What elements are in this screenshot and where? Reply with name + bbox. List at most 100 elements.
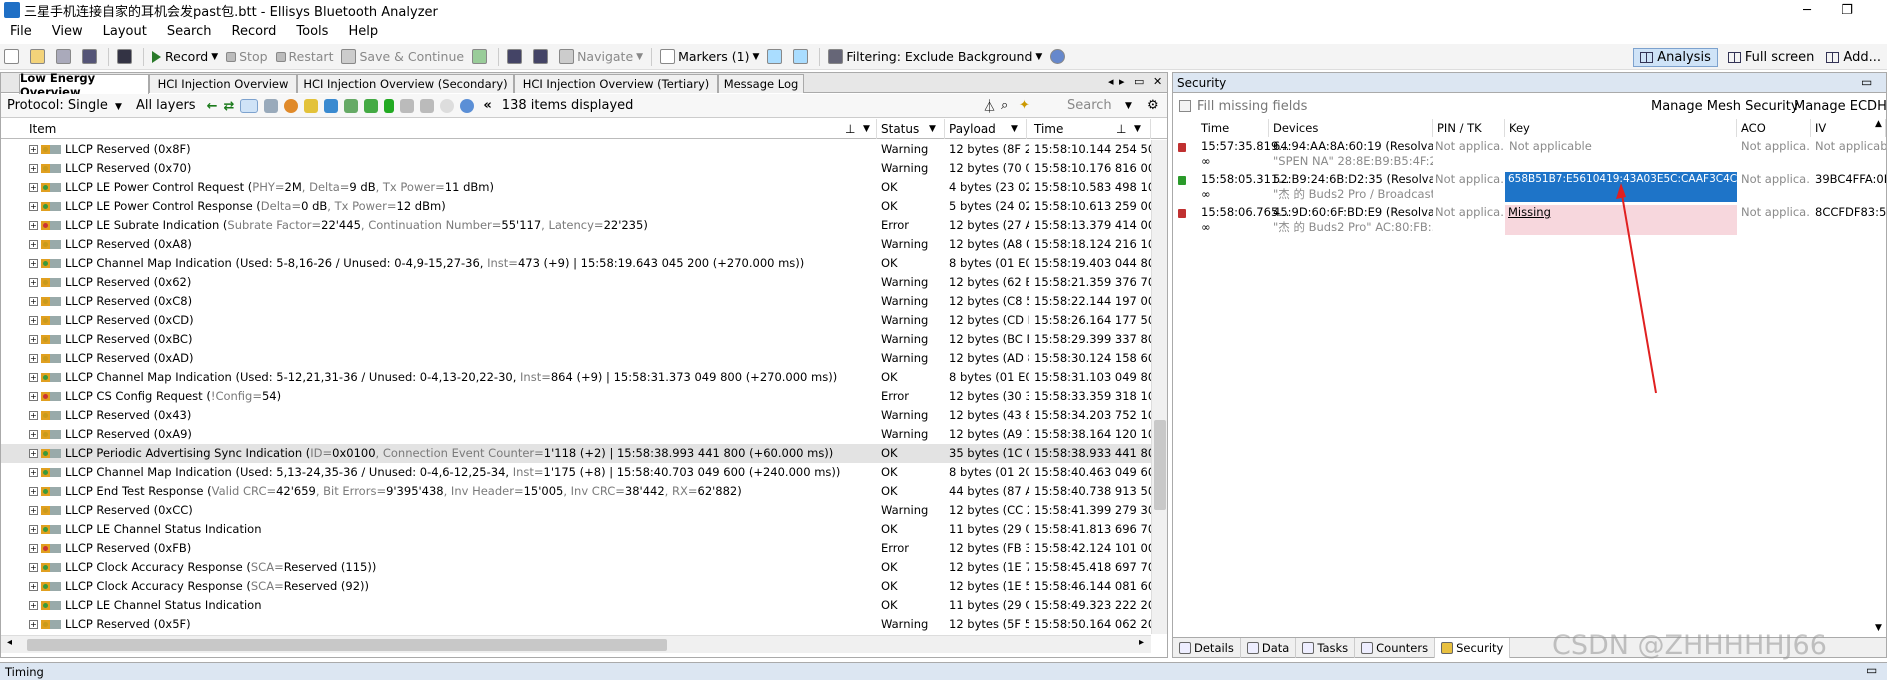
table-row[interactable]: + LLCP Channel Map Indication (Used: 5-12… bbox=[1, 368, 1151, 387]
table-row[interactable]: + LLCP LE Power Control Response (Delta=0… bbox=[1, 197, 1151, 216]
table-row[interactable]: + LLCP LE Channel Status Indication OK 11 b… bbox=[1, 520, 1151, 539]
key-icon[interactable] bbox=[304, 98, 319, 113]
table-row[interactable]: + LLCP Reserved (0xC8) Warning 12 bytes (C8… bbox=[1, 292, 1151, 311]
tab-counters[interactable]: Counters bbox=[1355, 637, 1436, 658]
audio-icon[interactable] bbox=[384, 98, 395, 113]
tab-scroll-left-icon[interactable]: ◂ bbox=[1108, 75, 1114, 88]
layers-select[interactable]: All layers bbox=[128, 98, 204, 113]
expand-icon[interactable]: + bbox=[29, 582, 38, 591]
expand-icon[interactable]: + bbox=[29, 297, 38, 306]
expand-icon[interactable]: + bbox=[29, 449, 38, 458]
status-sort-icon[interactable]: ▼ bbox=[929, 119, 936, 139]
tab-tasks[interactable]: Tasks bbox=[1296, 637, 1356, 658]
expand-icon[interactable]: + bbox=[29, 240, 38, 249]
profile-icon[interactable] bbox=[364, 98, 379, 113]
packet-icon[interactable] bbox=[284, 98, 299, 113]
link-icon[interactable] bbox=[240, 98, 259, 113]
expand-icon[interactable]: + bbox=[29, 278, 38, 287]
table-row[interactable]: + LLCP Reserved (0xAD) Warning 12 bytes (AD… bbox=[1, 349, 1151, 368]
expand-icon[interactable]: + bbox=[29, 601, 38, 610]
filtering-button[interactable]: Filtering: Exclude Background ▼ bbox=[824, 49, 1046, 64]
vertical-scroll-thumb[interactable] bbox=[1154, 420, 1166, 510]
table-row[interactable]: + LLCP Reserved (0x62) Warning 12 bytes (62… bbox=[1, 273, 1151, 292]
refresh-icon[interactable] bbox=[460, 98, 475, 113]
table-row[interactable]: + LLCP Reserved (0xCC) Warning 12 bytes (CC… bbox=[1, 501, 1151, 520]
bluetooth-icon[interactable] bbox=[324, 98, 339, 113]
tab-low-energy-overview[interactable]: Low Energy Overview bbox=[19, 71, 149, 99]
search-icon[interactable]: ⌕ bbox=[1001, 98, 1008, 113]
search-options-icon[interactable]: ⚙ bbox=[1147, 98, 1159, 113]
menu-layout[interactable]: Layout bbox=[93, 24, 157, 39]
table-row[interactable]: + LLCP LE Subrate Indication (Subrate Fac… bbox=[1, 216, 1151, 235]
navigate-button[interactable]: Navigate ▼ bbox=[555, 49, 647, 64]
expand-icon[interactable]: + bbox=[29, 183, 38, 192]
table-row[interactable]: + LLCP Reserved (0x43) Warning 12 bytes (43… bbox=[1, 406, 1151, 425]
item-sort-icon[interactable]: ▼ bbox=[863, 119, 870, 139]
tab-message-log[interactable]: Message Log bbox=[718, 74, 804, 93]
restore-button[interactable]: ❐ bbox=[1827, 0, 1867, 20]
tab-hci-injection-tertiary[interactable]: HCI Injection Overview (Tertiary) bbox=[514, 74, 718, 93]
expand-icon[interactable]: + bbox=[29, 563, 38, 572]
pin-icon[interactable]: ⊥ bbox=[845, 119, 855, 139]
import-icon[interactable] bbox=[468, 49, 494, 64]
expand-icon[interactable]: + bbox=[29, 202, 38, 211]
time-pin-icon[interactable]: ⊥ bbox=[1116, 119, 1126, 139]
menu-tools[interactable]: Tools bbox=[286, 24, 338, 39]
scroll-left-icon[interactable]: ◂ bbox=[7, 637, 12, 648]
timing-window-icon[interactable]: ▭ bbox=[1866, 663, 1877, 677]
restart-button[interactable]: Restart bbox=[272, 49, 338, 64]
table-row[interactable]: + LLCP Channel Map Indication (Used: 5,13… bbox=[1, 463, 1151, 482]
table-row[interactable]: + LLCP Reserved (0xBC) Warning 12 bytes (BC… bbox=[1, 330, 1151, 349]
column-status[interactable]: Status ▼ bbox=[877, 119, 945, 139]
markers-button[interactable]: Markers (1) ▼ bbox=[656, 49, 763, 64]
table-row[interactable]: + LLCP CS Config Request (!Config=54) Erro… bbox=[1, 387, 1151, 406]
menu-help[interactable]: Help bbox=[338, 24, 388, 39]
add-layout-button[interactable]: Add... bbox=[1820, 49, 1887, 66]
table-row[interactable]: + LLCP Reserved (0xFB) Error 12 bytes (FB 3… bbox=[1, 539, 1151, 558]
marker-next-icon[interactable] bbox=[789, 49, 815, 64]
table-row[interactable]: + LLCP Reserved (0xA9) Warning 12 bytes (A9… bbox=[1, 425, 1151, 444]
table-row[interactable]: + LLCP Reserved (0x5F) Warning 12 bytes (5F… bbox=[1, 615, 1151, 634]
expand-icon[interactable]: + bbox=[29, 145, 38, 154]
collapse-icon[interactable]: « bbox=[477, 98, 497, 113]
table-row[interactable]: + LLCP Reserved (0xA8) Warning 12 bytes (A8… bbox=[1, 235, 1151, 254]
stop-button[interactable]: Stop bbox=[222, 49, 271, 64]
table-row[interactable]: + LLCP Reserved (0xCD) Warning 12 bytes (CD… bbox=[1, 311, 1151, 330]
table-row[interactable]: + LLCP LE Power Control Request (PHY=2M, … bbox=[1, 178, 1151, 197]
sec-scroll-up-icon[interactable]: ▲ bbox=[1875, 119, 1882, 129]
menu-record[interactable]: Record bbox=[222, 24, 287, 39]
inject-reset-icon[interactable] bbox=[529, 49, 555, 64]
expand-icon[interactable]: + bbox=[29, 525, 38, 534]
filter-icon[interactable]: ⏃ bbox=[983, 96, 996, 115]
save-continue-button[interactable]: Save & Continue bbox=[337, 49, 468, 64]
search-dropdown-icon[interactable]: ▼ bbox=[1125, 101, 1132, 111]
table-row[interactable]: + LLCP Reserved (0x8F) Warning 12 bytes (8F… bbox=[1, 140, 1151, 159]
expand-icon[interactable]: + bbox=[29, 411, 38, 420]
column-payload[interactable]: Payload ▼ bbox=[945, 119, 1027, 139]
expand-icon[interactable]: + bbox=[29, 544, 38, 553]
expand-icon[interactable]: + bbox=[29, 392, 38, 401]
save-icon[interactable] bbox=[52, 49, 78, 64]
vertical-scrollbar[interactable] bbox=[1151, 140, 1167, 634]
full-screen-button[interactable]: Full screen bbox=[1722, 49, 1821, 66]
tab-hci-injection-secondary[interactable]: HCI Injection Overview (Secondary) bbox=[297, 74, 514, 93]
menu-file[interactable]: File bbox=[0, 24, 42, 39]
l2cap-icon[interactable] bbox=[344, 98, 359, 113]
sec-scroll-down-icon[interactable]: ▼ bbox=[1875, 623, 1882, 633]
open-folder-icon[interactable] bbox=[26, 49, 52, 64]
protocol-select[interactable]: Protocol: Single ▼ bbox=[1, 98, 128, 113]
disabled-icon[interactable] bbox=[440, 98, 455, 113]
inject-set-icon[interactable] bbox=[503, 49, 529, 64]
marker-prev-icon[interactable] bbox=[763, 49, 789, 64]
expand-icon[interactable]: + bbox=[29, 164, 38, 173]
record-button[interactable]: Record ▼ bbox=[148, 49, 222, 64]
tab-window-icon[interactable]: ▭ bbox=[1134, 75, 1144, 88]
layers-icon[interactable] bbox=[264, 98, 279, 113]
back-arrow-icon[interactable]: ← bbox=[207, 99, 218, 114]
highlight-icon[interactable]: ✦ bbox=[1019, 98, 1030, 113]
expand-icon[interactable]: + bbox=[29, 221, 38, 230]
column-time[interactable]: Time ⊥ ▼ bbox=[1030, 119, 1151, 139]
minimize-button[interactable]: ─ bbox=[1787, 0, 1827, 20]
analysis-button[interactable]: Analysis bbox=[1633, 47, 1718, 67]
table-row[interactable]: + LLCP Clock Accuracy Response (SCA=Reser… bbox=[1, 577, 1151, 596]
